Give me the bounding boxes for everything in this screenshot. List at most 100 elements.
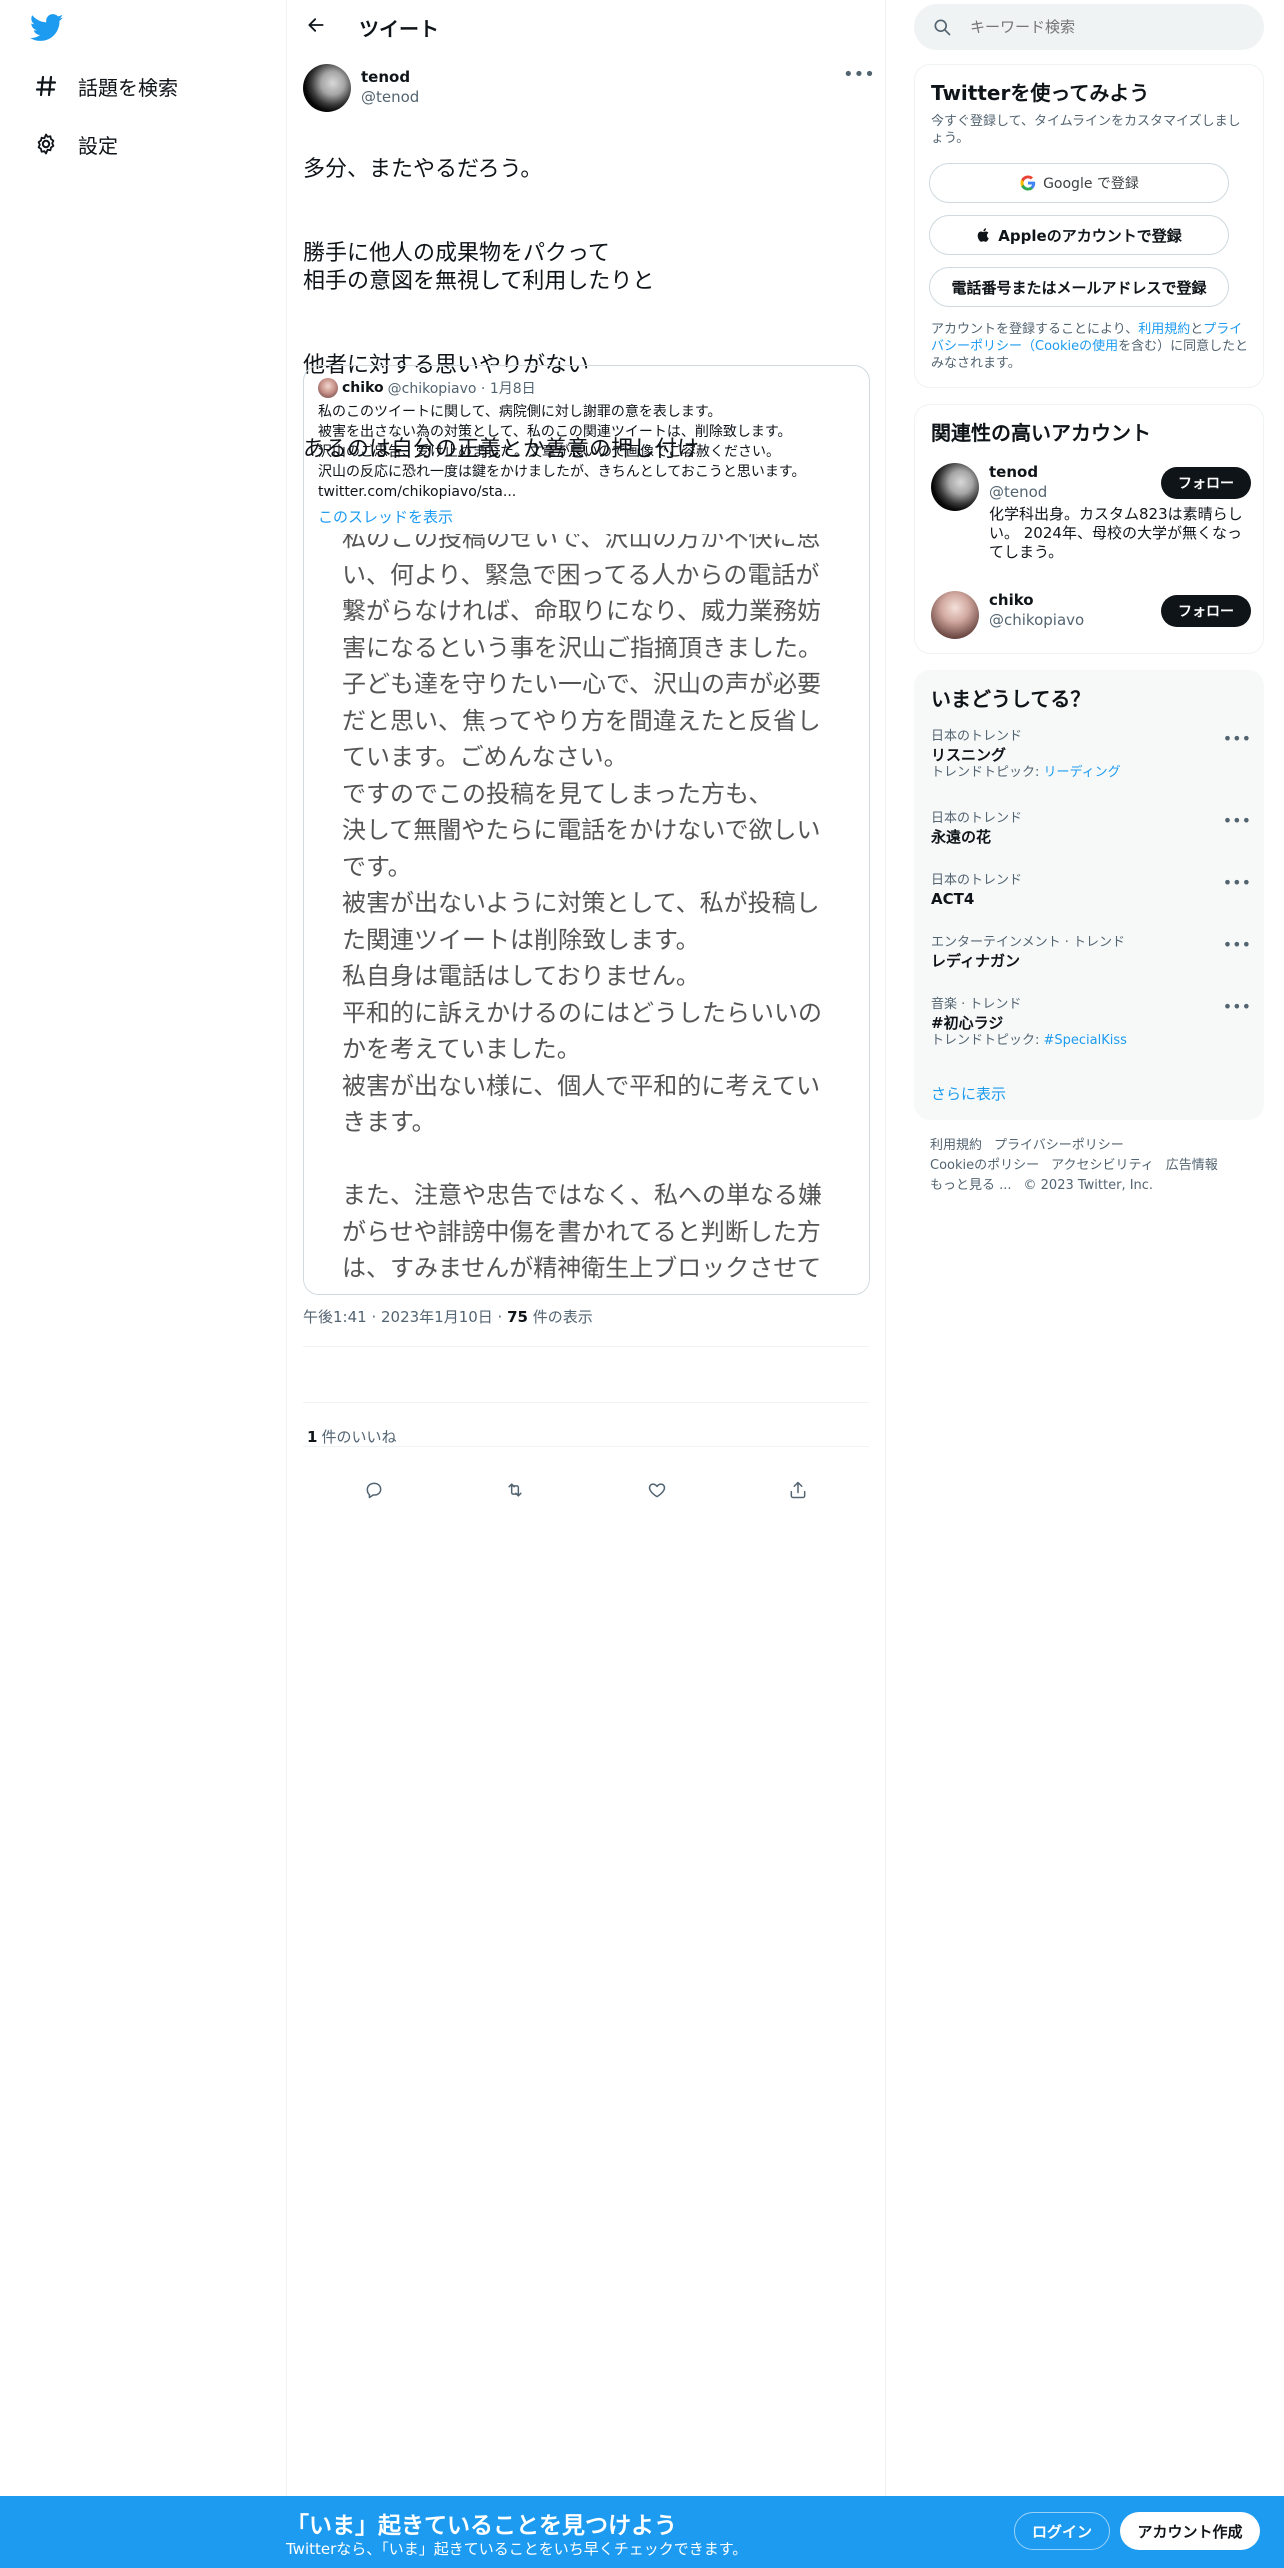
show-more-link[interactable]: さらに表示 bbox=[931, 1083, 1006, 1104]
signup-card: Twitterを使ってみよう 今すぐ登録して、タイムラインをカスタマイズしましょ… bbox=[914, 64, 1264, 388]
more-icon[interactable]: ••• bbox=[1223, 811, 1251, 830]
trend-item[interactable]: 日本のトレンド リスニング トレンドトピック: リーディング ••• bbox=[931, 729, 1251, 781]
footer-link[interactable]: Cookieのポリシー bbox=[930, 1158, 1039, 1173]
follow-button[interactable]: フォロー bbox=[1161, 467, 1251, 499]
back-button[interactable] bbox=[297, 8, 335, 46]
footer-link[interactable]: 利用規約 bbox=[930, 1138, 982, 1153]
divider bbox=[303, 1346, 869, 1347]
account-handle[interactable]: @tenod bbox=[989, 483, 1047, 501]
account-name[interactable]: tenod bbox=[989, 463, 1038, 481]
terms-text: アカウントを登録することにより、利用規約とプライバシーポリシー（Cookieの使… bbox=[931, 321, 1251, 372]
sidebar-item-explore[interactable]: 話題を検索 bbox=[30, 66, 178, 106]
quote-image[interactable]: 私のこの投稿のせいで、沢山の方が不快に思い、何より、緊急で困ってる人からの電話が… bbox=[304, 534, 869, 1294]
quote-author-name: chiko bbox=[342, 380, 384, 396]
views-label: 件の表示 bbox=[527, 1308, 593, 1326]
sidebar-item-label: 設定 bbox=[78, 133, 118, 158]
trend-topic-label: トレンドトピック: bbox=[931, 1033, 1044, 1048]
quote-header: chiko @chikopiavo · 1月8日 bbox=[318, 378, 536, 398]
login-button[interactable]: ログイン bbox=[1014, 2512, 1110, 2550]
create-account-button[interactable]: アカウント作成 bbox=[1120, 2512, 1260, 2550]
account-handle[interactable]: @chikopiavo bbox=[989, 611, 1084, 629]
avatar[interactable] bbox=[303, 64, 351, 112]
trend-topic: トレンドトピック: リーディング bbox=[931, 765, 1251, 781]
trends-card: いまどうしてる？ 日本のトレンド リスニング トレンドトピック: リーディング … bbox=[914, 670, 1264, 1120]
apple-signup-button[interactable]: Appleのアカウントで登録 bbox=[929, 215, 1229, 255]
banner-subtitle: Twitterなら、「いま」起きていることをいち早くチェックできます。 bbox=[286, 2540, 748, 2558]
tweet-paragraph: 多分、またやるだろう。 bbox=[303, 157, 543, 182]
divider bbox=[303, 1446, 869, 1447]
footer-link[interactable]: もっと見る ... bbox=[930, 1178, 1012, 1193]
retweet-icon[interactable] bbox=[498, 1473, 532, 1507]
apple-icon bbox=[976, 226, 992, 244]
footer-links: 利用規約 プライバシーポリシー Cookieのポリシー アクセシビリティ 広告情報 も… bbox=[930, 1136, 1250, 1196]
show-thread-link[interactable]: このスレッドを表示 bbox=[318, 506, 453, 527]
trend-name: #初心ラジ bbox=[931, 1014, 1004, 1032]
author-name[interactable]: tenod bbox=[361, 68, 410, 86]
trend-name: リスニング bbox=[931, 746, 1007, 764]
quote-tweet[interactable]: chiko @chikopiavo · 1月8日 私のこのツイートに関して、病院… bbox=[303, 365, 870, 1295]
footer-link[interactable]: プライバシーポリシー bbox=[994, 1138, 1124, 1153]
avatar[interactable] bbox=[931, 591, 979, 639]
quote-text: 私のこのツイートに関して、病院側に対し謝罪の意を表します。 被害を出さない為の対… bbox=[318, 404, 806, 500]
more-icon[interactable]: ••• bbox=[1223, 935, 1251, 954]
more-icon[interactable]: ••• bbox=[843, 66, 875, 92]
search-box[interactable] bbox=[914, 4, 1264, 50]
trend-topic-link[interactable]: #SpecialKiss bbox=[1044, 1033, 1127, 1048]
terms-text-part: アカウントを登録することにより、 bbox=[931, 322, 1139, 337]
twitter-logo-icon[interactable] bbox=[29, 14, 66, 44]
trend-context: 日本のトレンド bbox=[931, 729, 1023, 744]
more-icon[interactable]: ••• bbox=[1223, 873, 1251, 892]
more-icon[interactable]: ••• bbox=[1223, 997, 1251, 1016]
follow-button[interactable]: フォロー bbox=[1161, 595, 1251, 627]
header: ツイート bbox=[287, 0, 885, 54]
account-item[interactable]: chiko @chikopiavo フォロー bbox=[931, 591, 1251, 643]
account-name[interactable]: chiko bbox=[989, 591, 1034, 609]
trend-name: 永遠の花 bbox=[931, 828, 992, 846]
gear-icon bbox=[30, 128, 62, 160]
more-icon[interactable]: ••• bbox=[1223, 729, 1251, 748]
copyright: © 2023 Twitter, Inc. bbox=[1023, 1178, 1154, 1193]
related-accounts-card: 関連性の高いアカウント tenod @tenod 化学科出身。カスタム823は素… bbox=[914, 404, 1264, 654]
trend-context: 音楽 · トレンド bbox=[931, 997, 1022, 1012]
quote-author-handle: @chikopiavo · 1月8日 bbox=[387, 381, 536, 397]
google-signup-button[interactable]: Google で登録 bbox=[929, 163, 1229, 203]
heart-icon[interactable] bbox=[640, 1473, 674, 1507]
sidebar-item-settings[interactable]: 設定 bbox=[30, 124, 118, 164]
trend-item[interactable]: エンターテインメント · トレンド レディナガン ••• bbox=[931, 935, 1251, 971]
account-bio: 化学科出身。カスタム823は素晴らしい。 2024年、母校の大学が無くなってしま… bbox=[989, 505, 1243, 561]
trend-item[interactable]: 日本のトレンド 永遠の花 ••• bbox=[931, 811, 1251, 847]
likes-row[interactable]: 1 件のいいね bbox=[307, 1426, 396, 1447]
signup-subtitle: 今すぐ登録して、タイムラインをカスタマイズしましょう。 bbox=[931, 114, 1241, 146]
tweet-meta: 午後1:41 · 2023年1月10日 · 75 件の表示 bbox=[303, 1306, 593, 1327]
footer-link[interactable]: アクセシビリティ bbox=[1051, 1158, 1154, 1173]
search-icon bbox=[932, 17, 952, 41]
trend-topic: トレンドトピック: #SpecialKiss bbox=[931, 1033, 1251, 1049]
phone-email-signup-button[interactable]: 電話番号またはメールアドレスで登録 bbox=[929, 267, 1229, 307]
tweet-timestamp[interactable]: 午後1:41 · 2023年1月10日 · bbox=[303, 1308, 507, 1326]
author-handle[interactable]: @tenod bbox=[361, 88, 419, 106]
main-column: ツイート tenod @tenod ••• 多分、またやるだろう。 勝手に他人の… bbox=[286, 0, 886, 2568]
account-item[interactable]: tenod @tenod 化学科出身。カスタム823は素晴らしい。 2024年、… bbox=[931, 463, 1251, 573]
search-input[interactable] bbox=[970, 4, 1250, 50]
share-icon[interactable] bbox=[781, 1473, 815, 1507]
hashtag-icon bbox=[30, 70, 62, 102]
trend-context: 日本のトレンド bbox=[931, 873, 1023, 888]
tweet-author: tenod @tenod ••• bbox=[303, 64, 875, 116]
quote-image-text: 私のこの投稿のせいで、沢山の方が不快に思い、何より、緊急で困ってる人からの電話が… bbox=[342, 534, 822, 1282]
terms-text-part: と bbox=[1190, 322, 1204, 337]
reply-icon[interactable] bbox=[357, 1473, 391, 1507]
terms-link[interactable]: 利用規約 bbox=[1138, 322, 1190, 337]
google-signup-label: Google で登録 bbox=[1043, 176, 1139, 192]
footer-link[interactable]: 広告情報 bbox=[1166, 1158, 1218, 1173]
google-icon bbox=[1019, 174, 1037, 192]
likes-count: 1 bbox=[307, 1428, 318, 1446]
trend-item[interactable]: 日本のトレンド ACT4 ••• bbox=[931, 873, 1251, 909]
trend-name: ACT4 bbox=[931, 890, 975, 908]
avatar[interactable] bbox=[931, 463, 979, 511]
related-title: 関連性の高いアカウント bbox=[931, 421, 1151, 445]
left-sidebar: 話題を検索 設定 bbox=[0, 0, 286, 2568]
trend-topic-link[interactable]: リーディング bbox=[1044, 765, 1121, 780]
trend-topic-label: トレンドトピック: bbox=[931, 765, 1044, 780]
likes-label: 件のいいね bbox=[321, 1428, 397, 1446]
trend-item[interactable]: 音楽 · トレンド #初心ラジ トレンドトピック: #SpecialKiss •… bbox=[931, 997, 1251, 1049]
